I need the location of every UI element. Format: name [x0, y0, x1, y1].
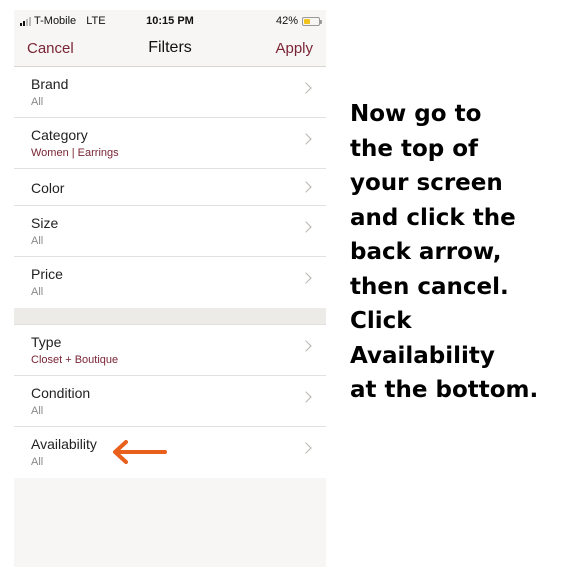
filter-list: Brand All Category Women | Earrings Colo…	[14, 67, 326, 478]
nav-bar: Cancel Filters Apply	[14, 32, 326, 67]
filter-value-category: Women | Earrings	[31, 147, 119, 159]
instruction-line: the top of	[350, 135, 479, 162]
instruction-line: at the bottom.	[350, 377, 539, 403]
instruction-line: your screen	[350, 170, 503, 196]
filter-value-condition: All	[31, 405, 44, 417]
instruction-line: and click the	[350, 204, 516, 231]
filter-value-brand: All	[31, 96, 44, 108]
chevron-right-icon	[300, 133, 312, 145]
battery-fill	[304, 18, 310, 24]
instruction-text: Now go to the top of your screen and cli…	[350, 97, 575, 408]
chevron-right-icon	[300, 82, 312, 94]
phone-screen: T-Mobile LTE 10:15 PM 42% Cancel Filters…	[14, 10, 326, 567]
filter-value-size: All	[31, 235, 44, 247]
filter-value-price: All	[31, 286, 44, 298]
chevron-right-icon	[300, 391, 312, 403]
chevron-right-icon	[300, 221, 312, 233]
instruction-line: Click	[350, 308, 412, 334]
section-divider	[14, 308, 326, 325]
battery-percent: 42%	[275, 15, 298, 27]
filter-label-category: Category	[31, 127, 88, 143]
instruction-line: back arrow,	[350, 239, 502, 265]
filter-row-size[interactable]: Size All	[14, 206, 326, 257]
instruction-line: Availability	[350, 342, 495, 369]
filter-label-condition: Condition	[31, 385, 91, 401]
filter-label-price: Price	[31, 266, 63, 282]
chevron-right-icon	[300, 340, 312, 352]
chevron-right-icon	[300, 181, 312, 193]
filter-label-type: Type	[31, 334, 62, 350]
filter-label-brand: Brand	[31, 76, 69, 92]
battery-icon	[302, 16, 322, 26]
filter-row-price[interactable]: Price All	[14, 257, 326, 308]
annotation-arrow-icon	[113, 440, 167, 464]
filter-value-type: Closet + Boutique	[31, 354, 119, 366]
filter-row-category[interactable]: Category Women | Earrings	[14, 118, 326, 169]
chevron-right-icon	[300, 442, 312, 454]
filter-row-type[interactable]: Type Closet + Boutique	[14, 325, 326, 376]
filter-label-availability: Availability	[31, 436, 97, 452]
instruction-line: then cancel.	[350, 273, 509, 300]
filter-value-availability: All	[31, 456, 44, 468]
filter-row-brand[interactable]: Brand All	[14, 67, 326, 118]
status-bar: T-Mobile LTE 10:15 PM 42%	[14, 10, 326, 32]
instruction-line: Now go to	[350, 101, 482, 127]
filter-row-condition[interactable]: Condition All	[14, 376, 326, 427]
filter-row-availability[interactable]: Availability All	[14, 427, 326, 478]
filter-row-color[interactable]: Color	[14, 169, 326, 206]
status-right: 42%	[275, 15, 322, 27]
filter-label-size: Size	[31, 215, 59, 231]
chevron-right-icon	[300, 272, 312, 284]
filter-label-color: Color	[31, 180, 65, 196]
apply-button[interactable]: Apply	[275, 40, 313, 57]
